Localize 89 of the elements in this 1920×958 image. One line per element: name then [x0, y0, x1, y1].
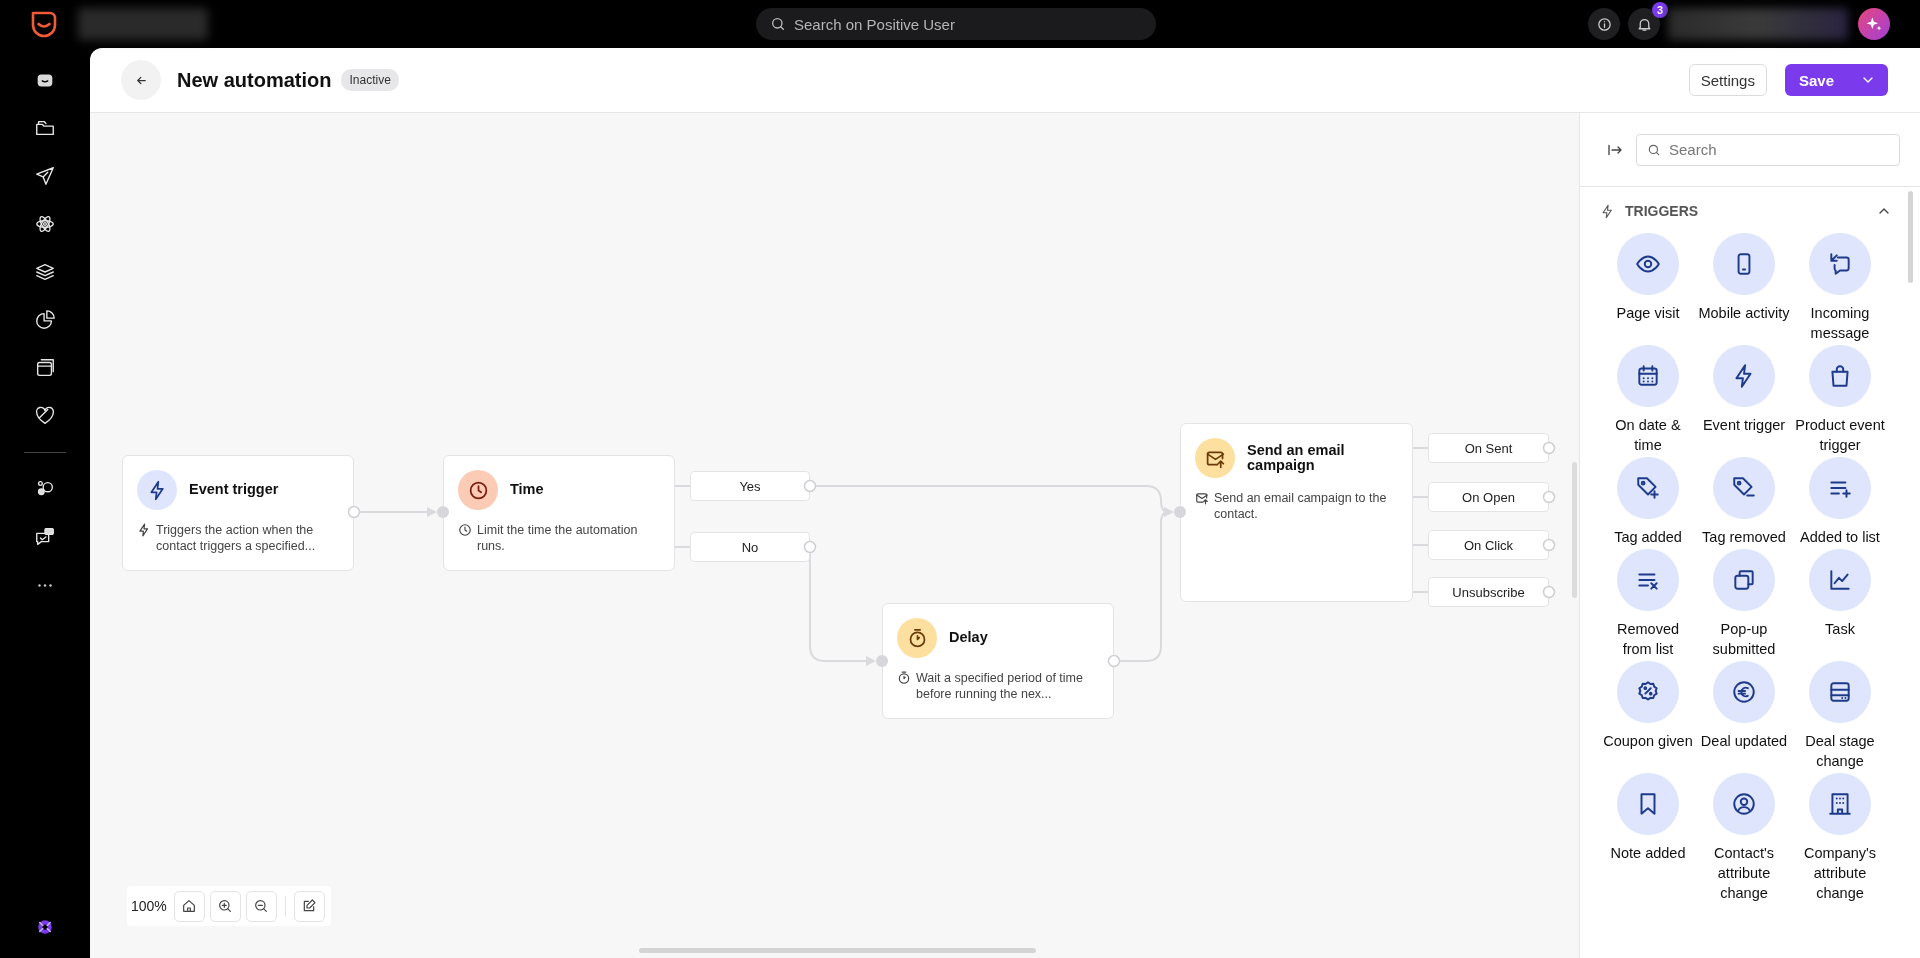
tag-plus-icon — [1635, 475, 1661, 501]
output-label: On Click — [1428, 530, 1549, 560]
trigger-tile[interactable]: Removed from list — [1600, 549, 1696, 659]
branch-label: Yes — [690, 471, 810, 501]
clock-icon — [467, 479, 489, 501]
scrollbar[interactable] — [1908, 191, 1913, 283]
lightning-icon — [137, 523, 151, 537]
search-icon — [770, 16, 786, 32]
section-title: TRIGGERS — [1625, 203, 1699, 219]
trigger-tile[interactable]: Company's attribute change — [1792, 773, 1888, 903]
trigger-tile[interactable]: Page visit — [1600, 233, 1696, 343]
page-title: New automation — [177, 68, 332, 92]
trigger-tile[interactable]: Note added — [1600, 773, 1696, 903]
search-field[interactable]: Search on Positive User — [756, 8, 1156, 40]
search-icon — [1647, 142, 1661, 157]
envelope-icon — [1195, 491, 1209, 505]
stopwatch-icon — [897, 671, 911, 685]
clock-icon — [458, 523, 472, 537]
trigger-tile[interactable]: Coupon given — [1600, 661, 1696, 771]
workflow-node[interactable]: Delay Wait a specified period of time before running the nex... — [882, 603, 1114, 719]
nav-icon[interactable] — [34, 526, 56, 548]
search-field[interactable]: Search — [1636, 133, 1900, 166]
calendar-icon — [1635, 363, 1661, 389]
nav-icon[interactable] — [34, 261, 56, 283]
trigger-tile[interactable]: Deal updated — [1696, 661, 1792, 771]
trigger-tile[interactable]: Pop-up submitted — [1696, 549, 1792, 659]
input-port[interactable] — [437, 506, 449, 518]
nav-icon[interactable] — [34, 165, 56, 187]
zoom-out-button[interactable] — [245, 890, 277, 922]
input-port[interactable] — [876, 655, 888, 667]
info-button[interactable] — [1588, 8, 1620, 40]
scrollbar[interactable] — [1572, 462, 1577, 598]
trigger-tile[interactable]: Deal stage change — [1792, 661, 1888, 771]
node-title: Send an email campaign — [1247, 442, 1346, 474]
nav-icon[interactable] — [34, 357, 56, 379]
zoom-out-icon — [253, 898, 270, 914]
node-title: Event trigger — [189, 482, 279, 498]
node-description: Send an email campaign to the contact. — [1214, 490, 1388, 522]
output-label: On Sent — [1428, 433, 1549, 463]
scrollbar[interactable] — [639, 948, 1036, 953]
zoom-in-button[interactable] — [209, 890, 241, 922]
line-chart-icon — [1827, 567, 1853, 593]
output-label: Unsubscribe — [1428, 577, 1549, 607]
ai-assistant-button[interactable] — [1858, 8, 1890, 40]
edit-button[interactable] — [293, 890, 325, 922]
home-icon — [181, 898, 198, 914]
user-circle-icon — [1731, 791, 1757, 817]
trigger-tile[interactable]: On date & time — [1600, 345, 1696, 455]
node-description: Limit the time the automation runs. — [477, 522, 639, 554]
trigger-tile[interactable]: Contact's attribute change — [1696, 773, 1792, 903]
help-icon[interactable] — [36, 918, 54, 936]
settings-button[interactable]: Settings — [1688, 64, 1767, 96]
euro-icon — [1731, 679, 1757, 705]
node-title: Delay — [949, 630, 988, 646]
branch-label: No — [690, 532, 810, 562]
node-description: Wait a specified period of time before running the nex... — [916, 670, 1084, 702]
trigger-tile[interactable]: Event trigger — [1696, 345, 1792, 455]
building-icon — [1827, 791, 1853, 817]
input-port[interactable] — [1174, 506, 1186, 518]
more-icon[interactable] — [38, 583, 52, 587]
workflow-node[interactable]: Send an email campaign Send an email campaign to the contact. — [1180, 423, 1413, 602]
nav-icon[interactable] — [34, 309, 56, 331]
zoom-level: 100% — [131, 898, 167, 914]
node-description: Triggers the action when the contact triggers a specified... — [156, 522, 317, 554]
fit-view-button[interactable] — [173, 890, 205, 922]
trigger-tile[interactable]: Product event trigger — [1792, 345, 1888, 455]
nav-icon[interactable] — [34, 213, 56, 235]
trigger-tile[interactable]: Incoming message — [1792, 233, 1888, 343]
trigger-tile[interactable]: Task — [1792, 549, 1888, 659]
trigger-tile[interactable]: Tag removed — [1696, 457, 1792, 547]
zoom-in-icon — [217, 898, 234, 914]
trigger-tile[interactable]: Tag added — [1600, 457, 1696, 547]
nav-icon[interactable] — [34, 405, 56, 427]
output-label: On Open — [1428, 482, 1549, 512]
board-icon — [1827, 679, 1853, 705]
logo-icon[interactable] — [30, 9, 58, 39]
stacked-windows-icon — [1731, 567, 1757, 593]
trigger-tile[interactable]: Mobile activity — [1696, 233, 1792, 343]
info-icon — [1595, 15, 1613, 33]
incoming-message-icon — [1827, 251, 1853, 277]
node-title: Time — [510, 482, 544, 498]
edit-icon — [301, 898, 318, 914]
trigger-tile[interactable]: Added to list — [1792, 457, 1888, 547]
workflow-node[interactable]: Time Limit the time the automation runs. — [443, 455, 675, 571]
notification-count: 3 — [1652, 2, 1668, 18]
lightning-icon — [1600, 203, 1615, 219]
status-badge: Inactive — [341, 69, 399, 91]
save-button[interactable]: Save — [1784, 64, 1848, 96]
workflow-node[interactable]: Event trigger Triggers the action when the contact triggers a specified... — [122, 455, 354, 571]
